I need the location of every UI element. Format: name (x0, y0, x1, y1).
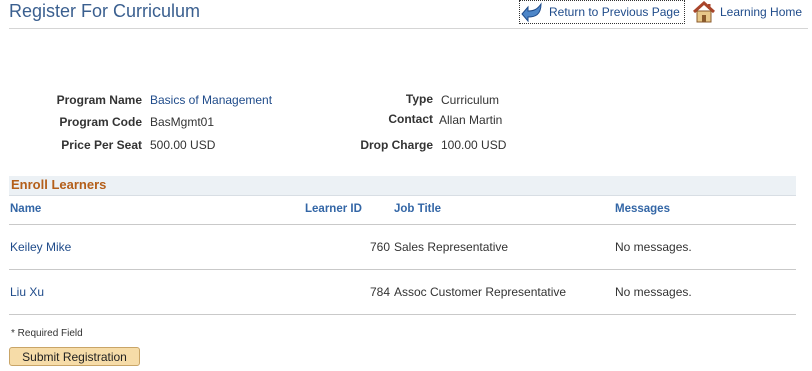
column-header-learner-id: Learner ID (305, 203, 362, 215)
price-per-seat-label: Price Per Seat (61, 138, 142, 152)
type-value: Curriculum (441, 93, 500, 107)
required-field-note: * Required Field (11, 328, 83, 339)
house-icon (692, 0, 716, 23)
learning-home-label: Learning Home (720, 5, 803, 19)
row-divider (9, 314, 796, 315)
return-link-label: Return to Previous Page (549, 5, 680, 19)
return-to-previous-page-link[interactable]: Return to Previous Page (519, 0, 685, 24)
submit-registration-button[interactable]: Submit Registration (9, 347, 140, 366)
job-title-cell: Sales Representative (394, 240, 509, 254)
program-code-label: Program Code (59, 115, 142, 129)
page-title: Register For Curriculum (9, 1, 201, 21)
title-divider (9, 28, 808, 29)
job-title-cell: Assoc Customer Representative (394, 285, 567, 299)
messages-cell: No messages. (615, 285, 692, 299)
program-name-link[interactable]: Basics of Management (150, 93, 272, 107)
contact-label: Contact (388, 112, 433, 126)
contact-value: Allan Martin (439, 113, 503, 127)
type-label: Type (405, 92, 433, 106)
learner-name-link[interactable]: Liu Xu (10, 285, 44, 299)
enroll-learners-title: Enroll Learners (11, 177, 107, 192)
program-name-label: Program Name (56, 93, 142, 107)
learner-id-cell: 784 (369, 285, 390, 299)
column-header-messages: Messages (615, 203, 670, 215)
row-divider (9, 269, 796, 270)
learner-id-cell: 760 (369, 240, 390, 254)
price-per-seat-value: 500.00 USD (150, 138, 216, 152)
table-header-divider (9, 224, 796, 225)
enroll-learners-header-bar (9, 176, 796, 196)
return-arrow-icon (521, 1, 545, 23)
drop-charge-value: 100.00 USD (441, 138, 507, 152)
column-header-job-title: Job Title (394, 203, 442, 215)
learner-name-link[interactable]: Keiley Mike (10, 240, 71, 254)
messages-cell: No messages. (615, 240, 692, 254)
learning-home-link[interactable]: Learning Home (692, 0, 802, 24)
column-header-name: Name (10, 203, 42, 215)
program-code-value: BasMgmt01 (150, 115, 215, 129)
drop-charge-label: Drop Charge (360, 138, 433, 152)
